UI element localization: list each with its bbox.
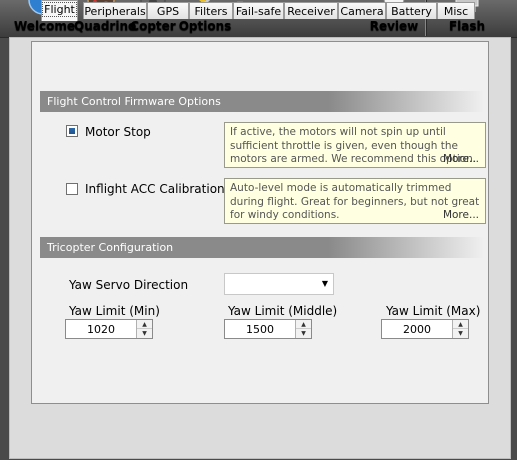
tab-misc[interactable]: Misc [437,2,475,19]
yaw-limit-min-stepper[interactable]: 1020 ▲ ▼ [65,319,153,339]
options-label: Options [178,19,232,33]
tab-flight[interactable]: Flight [41,0,78,21]
tab-filters[interactable]: Filters [189,2,233,19]
inflight-acc-note: Auto-level mode is automatically trimmed… [230,182,480,221]
inflight-acc-checkbox[interactable] [66,183,78,195]
decrement-icon[interactable]: ▼ [453,329,468,338]
increment-icon[interactable]: ▲ [296,320,311,329]
inflight-acc-more-link[interactable]: More... [443,209,479,223]
fc-options-header: Flight Control Firmware Options [40,91,484,112]
tricopter-header: Tricopter Configuration [40,237,484,258]
yaw-limit-max-label: Yaw Limit (Max) [386,304,481,318]
quadrino-label: Quadrino [74,19,137,33]
tab-fail-safe[interactable]: Fail-safe [233,2,284,19]
chevron-down-icon: ▼ [321,279,328,288]
tab-gps[interactable]: GPS [147,2,189,19]
decrement-icon[interactable]: ▼ [296,329,311,338]
tab-peripherals[interactable]: Peripherals [83,2,147,19]
flight-tab-panel: Flight Control Firmware Options Motor St… [31,41,489,404]
yaw-limit-middle-label: Yaw Limit (Middle) [228,304,338,318]
review-label: Review [369,19,419,33]
motor-stop-label: Motor Stop [85,125,151,139]
flash-label: Flash [448,19,486,33]
copter-label: Copter [130,19,176,33]
increment-icon[interactable]: ▲ [453,320,468,329]
tab-receiver[interactable]: Receiver [284,2,338,19]
motor-stop-tooltip: If active, the motors will not spin up u… [224,122,486,168]
inflight-acc-label: Inflight ACC Calibration [85,182,225,196]
yaw-limit-max-value: 2000 [403,323,431,336]
decrement-icon[interactable]: ▼ [137,329,152,338]
welcome-label: Welcome [14,19,76,33]
tab-camera[interactable]: Camera [338,2,386,19]
yaw-limit-middle-value: 1500 [246,323,274,336]
yaw-limit-min-value: 1020 [87,323,115,336]
yaw-servo-direction-label: Yaw Servo Direction [69,278,189,292]
yaw-servo-direction-select[interactable]: ▼ [224,273,334,295]
tab-battery[interactable]: Battery [386,2,437,19]
increment-icon[interactable]: ▲ [137,320,152,329]
yaw-limit-middle-stepper[interactable]: 1500 ▲ ▼ [224,319,312,339]
motor-stop-more-link[interactable]: More... [443,153,479,167]
motor-stop-note: If active, the motors will not spin up u… [230,126,477,165]
yaw-limit-min-label: Yaw Limit (Min) [69,304,160,318]
tab-flight-label: Flight [42,2,77,17]
motor-stop-checkbox[interactable] [66,125,78,137]
yaw-limit-max-stepper[interactable]: 2000 ▲ ▼ [381,319,469,339]
inflight-acc-tooltip: Auto-level mode is automatically trimmed… [224,178,486,224]
